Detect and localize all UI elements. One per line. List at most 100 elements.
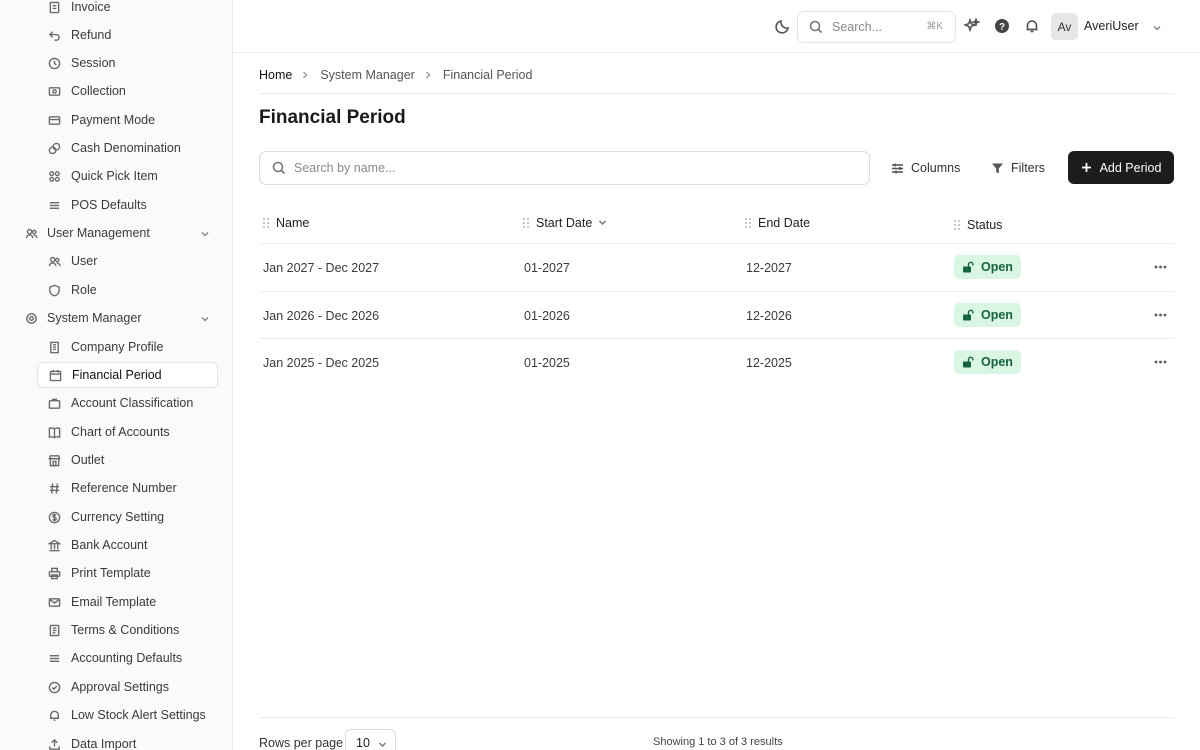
columns-button[interactable]: Columns: [891, 151, 960, 185]
table-row[interactable]: Jan 2027 - Dec 2027 01-2027 12-2027 Open: [259, 244, 1174, 292]
sidebar-item-company-profile[interactable]: Company Profile: [37, 334, 218, 360]
divider: [259, 717, 1174, 718]
sidebar-item-accounting-defaults[interactable]: Accounting Defaults: [37, 645, 218, 671]
sidebar-item-quick-pick-item[interactable]: Quick Pick Item: [37, 163, 218, 189]
column-header-start-date[interactable]: Start Date: [522, 216, 607, 230]
sidebar-item-label: Approval Settings: [71, 680, 169, 694]
sidebar-item-label: Financial Period: [72, 368, 162, 382]
table-row[interactable]: Jan 2025 - Dec 2025 01-2025 12-2025 Open: [259, 339, 1174, 387]
column-header-status[interactable]: Status: [953, 218, 1002, 232]
search-icon: [272, 161, 286, 175]
sidebar-item-terms-conditions[interactable]: Terms & Conditions: [37, 617, 218, 643]
store-icon: [47, 453, 61, 467]
column-header-end-date[interactable]: End Date: [744, 216, 810, 230]
sidebar-item-reference-number[interactable]: Reference Number: [37, 475, 218, 501]
sidebar-item-email-template[interactable]: Email Template: [37, 589, 218, 615]
column-header-label: End Date: [758, 216, 811, 230]
sort-down-icon[interactable]: [592, 216, 607, 230]
cell-start-date: 01-2026: [524, 308, 570, 323]
sidebar-item-role[interactable]: Role: [37, 277, 218, 303]
shield-icon: [47, 283, 61, 297]
search-input-placeholder: Search by name...: [294, 161, 396, 175]
gear-icon: [24, 311, 38, 325]
sidebar-item-label: Chart of Accounts: [71, 425, 170, 439]
drag-handle-icon[interactable]: [744, 217, 752, 229]
sidebar-item-account-classification[interactable]: Account Classification: [37, 390, 218, 416]
breadcrumb-home[interactable]: Home: [259, 68, 292, 82]
sidebar-item-currency-setting[interactable]: Currency Setting: [37, 504, 218, 530]
moon-icon[interactable]: [774, 17, 792, 35]
drag-handle-icon[interactable]: [953, 219, 961, 231]
building-icon: [47, 340, 61, 354]
table-row[interactable]: Jan 2026 - Dec 2026 01-2026 12-2026 Open: [259, 292, 1174, 339]
sidebar-item-label: Invoice: [71, 0, 111, 14]
sidebar-item-user[interactable]: User: [37, 248, 218, 274]
rows-per-page-label: Rows per page: [259, 736, 344, 750]
sidebar: Invoice Refund Session Collection Paymen…: [0, 0, 233, 750]
sidebar-item-print-template[interactable]: Print Template: [37, 560, 218, 586]
more-options-icon[interactable]: [1153, 260, 1167, 274]
sidebar-group-label: System Manager: [47, 311, 142, 325]
filters-button[interactable]: Filters: [991, 151, 1045, 185]
status-text: Open: [981, 355, 1013, 369]
more-options-icon[interactable]: [1153, 355, 1167, 369]
chevron-down-icon[interactable]: [1152, 21, 1162, 31]
sidebar-item-collection[interactable]: Collection: [37, 78, 218, 104]
plus-icon: [1081, 163, 1091, 172]
sidebar-item-refund[interactable]: Refund: [37, 22, 218, 48]
global-search[interactable]: Search... ⌘K: [797, 11, 956, 43]
sidebar-item-chart-of-accounts[interactable]: Chart of Accounts: [37, 419, 218, 445]
bell-icon[interactable]: [1023, 17, 1041, 35]
chevron-down-icon: [200, 228, 210, 238]
svg-text:?: ?: [999, 22, 1005, 33]
sidebar-item-financial-period[interactable]: Financial Period: [37, 362, 218, 388]
sidebar-item-label: Role: [71, 283, 97, 297]
unlock-icon: [963, 356, 974, 368]
bank-icon: [47, 538, 61, 552]
cell-end-date: 12-2025: [746, 356, 792, 370]
sidebar-item-data-import[interactable]: Data Import: [37, 731, 218, 750]
sidebar-item-label: Company Profile: [71, 340, 164, 354]
hash-icon: [47, 481, 61, 495]
coins-icon: [47, 141, 61, 155]
sidebar-item-session[interactable]: Session: [37, 50, 218, 76]
document-icon: [47, 623, 61, 637]
breadcrumb-system-manager[interactable]: System Manager: [320, 68, 414, 82]
sidebar-item-label: Collection: [71, 84, 126, 98]
search-icon: [809, 20, 823, 34]
sidebar-item-invoice[interactable]: Invoice: [37, 0, 218, 20]
sidebar-item-cash-denomination[interactable]: Cash Denomination: [37, 135, 218, 161]
column-header-label: Name: [276, 216, 310, 230]
sparkle-icon[interactable]: [963, 17, 981, 35]
sidebar-group-user-management[interactable]: User Management: [14, 220, 218, 246]
avatar[interactable]: Av: [1051, 13, 1078, 40]
sidebar-item-outlet[interactable]: Outlet: [37, 447, 218, 473]
help-icon[interactable]: ?: [993, 17, 1011, 35]
add-period-button[interactable]: Add Period: [1068, 151, 1174, 184]
status-badge: Open: [954, 350, 1021, 374]
search-input[interactable]: Search by name...: [259, 151, 870, 185]
sidebar-item-low-stock-alert-settings[interactable]: Low Stock Alert Settings: [37, 702, 218, 728]
refund-icon: [47, 28, 61, 42]
sidebar-item-label: User: [71, 254, 98, 268]
results-summary: Showing 1 to 3 of 3 results: [653, 736, 783, 748]
clock-icon: [47, 56, 61, 70]
sidebar-item-pos-defaults[interactable]: POS Defaults: [37, 192, 218, 218]
sidebar-item-approval-settings[interactable]: Approval Settings: [37, 674, 218, 700]
cell-name: Jan 2027 - Dec 2027: [263, 261, 380, 275]
column-header-name[interactable]: Name: [262, 216, 309, 230]
columns-icon: [892, 163, 903, 173]
bell-icon: [47, 708, 61, 722]
cell-start-date: 01-2027: [524, 261, 570, 275]
sidebar-group-label: User Management: [47, 226, 150, 240]
breadcrumb: Home System Manager Financial Period: [259, 68, 532, 82]
sidebar-group-system-manager[interactable]: System Manager: [14, 305, 218, 331]
drag-handle-icon[interactable]: [522, 217, 530, 229]
drag-handle-icon[interactable]: [262, 217, 270, 229]
sidebar-item-bank-account[interactable]: Bank Account: [37, 532, 218, 558]
sidebar-item-payment-mode[interactable]: Payment Mode: [37, 107, 218, 133]
more-options-icon[interactable]: [1153, 308, 1167, 322]
user-name[interactable]: AveriUser: [1084, 19, 1139, 33]
rows-per-page-select[interactable]: 10: [345, 729, 396, 750]
sidebar-item-label: Refund: [71, 28, 112, 42]
